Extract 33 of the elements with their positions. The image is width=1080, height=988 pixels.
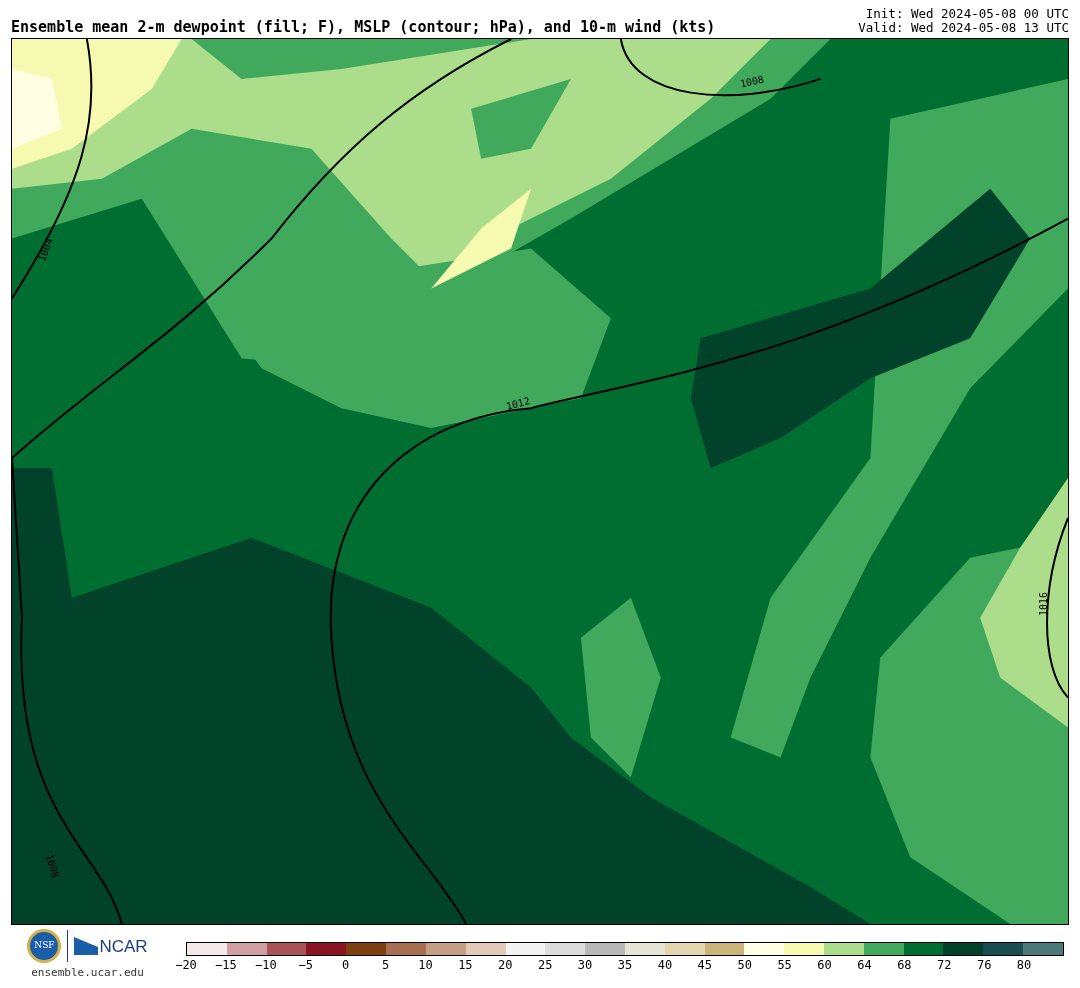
contour-label: 1008 [739, 74, 765, 90]
scale-tick-label: −5 [298, 959, 313, 971]
scale-tick-label: 30 [577, 959, 593, 971]
scale-tick-label: 68 [897, 959, 912, 971]
scale-tick-label: 60 [817, 959, 832, 971]
scale-tick-label: 45 [697, 959, 713, 971]
contour-label: 1016 [1039, 591, 1050, 617]
valid-time: Valid: Wed 2024-05-08 13 UTC [858, 21, 1069, 35]
nsf-logo: NSF [27, 929, 62, 963]
scale-tick-label: 35 [617, 959, 633, 971]
scale-tick-label: 15 [458, 959, 473, 971]
scale-tick-label: 50 [737, 959, 752, 971]
scale-tick-label: 72 [937, 959, 952, 971]
scale-tick-label: 20 [498, 959, 513, 971]
scale-tick-label: 10 [418, 959, 433, 971]
scale-tick-label: 76 [976, 959, 992, 971]
chart-title: Ensemble mean 2-m dewpoint (fill; F), MSLP (contour; hPa), and 10-m wind (kts) [11, 20, 716, 35]
scale-tick-label: −15 [215, 959, 237, 971]
scale-tick-label: 0 [342, 959, 350, 971]
ncar-logo: NCAR [99, 937, 148, 955]
contour-label: 1012 [505, 396, 531, 412]
scale-tick-label: −10 [254, 959, 277, 971]
triangle-icon [74, 937, 99, 955]
scale-tick-label: 25 [537, 959, 553, 971]
site-link[interactable]: ensemble.ucar.edu [31, 965, 144, 982]
init-time: Init: Wed 2024-05-08 00 UTC [865, 7, 1069, 21]
scale-tick-label: −20 [175, 959, 197, 971]
scale-tick-label: 64 [857, 959, 872, 971]
scale-tick-label: 80 [1016, 959, 1032, 971]
scale-tick-label: 40 [657, 959, 673, 971]
scale-tick-label: 55 [777, 959, 792, 971]
contour-label: 1008 [43, 853, 61, 879]
scale-tick-label: 5 [381, 959, 390, 971]
